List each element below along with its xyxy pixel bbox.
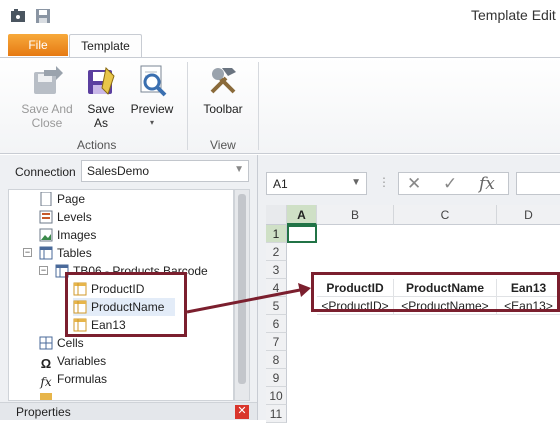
save-icon[interactable] <box>35 8 51 27</box>
highlight-box-table <box>311 272 560 312</box>
tree-item-label: Page <box>57 192 86 206</box>
row-header[interactable]: 10 <box>266 387 287 405</box>
ribbon-tabs: File Template <box>0 32 560 59</box>
tree-item-page[interactable]: Page <box>39 190 85 208</box>
tree-item-images[interactable]: Images <box>39 226 96 244</box>
ribbon: Save And Close Save As Preview ▾ Toolbar… <box>0 57 560 154</box>
column-header[interactable]: C <box>394 205 497 225</box>
tree-item-partial[interactable] <box>39 388 57 400</box>
connection-select[interactable]: SalesDemo ▼ <box>81 160 249 182</box>
select-all-corner[interactable] <box>266 205 287 225</box>
connection-label: Connection <box>15 165 76 179</box>
grip-icon: ⋮ <box>378 175 390 189</box>
table-icon <box>39 246 53 260</box>
name-box-value: A1 <box>273 177 288 191</box>
row-header[interactable]: 8 <box>266 351 287 369</box>
column-header[interactable]: D <box>497 205 560 225</box>
column-header[interactable]: B <box>317 205 394 225</box>
group-label-actions: Actions <box>77 138 117 152</box>
formula-input[interactable] <box>516 172 560 195</box>
spreadsheet-grid[interactable]: A B C D 1 2 3 4 5 6 7 8 9 10 11 ProductI… <box>266 205 560 423</box>
tree-item-tables[interactable]: Tables <box>39 244 92 262</box>
omega-icon: Ω <box>40 356 52 371</box>
tree-item-label: Cells <box>57 336 84 350</box>
images-icon <box>39 228 53 242</box>
toolbar-label: Toolbar <box>203 102 243 116</box>
confirm-icon[interactable]: ✓ <box>443 174 457 194</box>
formula-buttons: ✕ ✓ fx <box>398 172 509 195</box>
tab-template[interactable]: Template <box>69 34 142 59</box>
tree-scrollbar[interactable] <box>234 189 250 401</box>
insert-function-icon[interactable]: fx <box>479 174 495 194</box>
tree-item-levels[interactable]: Levels <box>39 208 92 226</box>
group-separator <box>187 62 188 150</box>
tree-item-variables[interactable]: Ω Variables <box>39 352 107 371</box>
tree-item-label: Formulas <box>57 372 108 386</box>
preview-icon <box>135 64 169 98</box>
tools-icon <box>206 64 240 98</box>
tree-item-label: Tables <box>57 246 92 260</box>
group-label-view: View <box>210 138 236 152</box>
collapse-icon[interactable]: − <box>39 266 48 275</box>
tab-file[interactable]: File <box>8 34 68 56</box>
name-box[interactable]: A1 ▼ <box>266 172 367 195</box>
cell-a1[interactable] <box>287 225 317 243</box>
window-title: Template Edit <box>471 7 556 23</box>
toolbar-button[interactable]: Toolbar <box>196 64 250 116</box>
column-header[interactable]: A <box>287 205 317 225</box>
tree-item-label: Images <box>57 228 97 242</box>
close-icon[interactable]: ✕ <box>235 405 249 419</box>
chevron-down-icon: ▾ <box>149 118 154 127</box>
connection-value: SalesDemo <box>87 164 150 178</box>
preview-button[interactable]: Preview ▾ <box>124 64 180 130</box>
save-as-button[interactable]: Save As <box>82 64 120 130</box>
save-as-icon <box>84 64 118 98</box>
row-header[interactable]: 9 <box>266 369 287 387</box>
row-header[interactable]: 11 <box>266 405 287 423</box>
group-separator <box>258 62 259 150</box>
row-header[interactable]: 4 <box>266 279 287 297</box>
save-and-close-label: Save And Close <box>21 102 73 130</box>
tree-item-label: Variables <box>57 354 107 368</box>
function-icon: fx <box>40 375 52 389</box>
row-header[interactable]: 7 <box>266 333 287 351</box>
highlight-box-columns <box>65 272 187 337</box>
title-bar: Template Edit <box>0 0 560 32</box>
row-header[interactable]: 3 <box>266 261 287 279</box>
save-close-icon <box>30 64 64 98</box>
row-header[interactable]: 2 <box>266 243 287 261</box>
folder-icon <box>39 390 53 400</box>
app-icon <box>10 8 26 27</box>
save-and-close-button[interactable]: Save And Close <box>18 64 76 130</box>
chevron-down-icon: ▼ <box>351 177 361 188</box>
row-header[interactable]: 6 <box>266 315 287 333</box>
properties-header: Properties ✕ <box>0 402 257 420</box>
tree-item-formulas[interactable]: fx Formulas <box>39 370 108 389</box>
levels-icon <box>39 210 53 224</box>
page-icon <box>39 191 53 207</box>
row-header[interactable]: 5 <box>266 297 287 315</box>
properties-title: Properties <box>16 405 71 419</box>
cells-icon <box>39 336 53 350</box>
save-as-label: Save As <box>87 102 115 130</box>
collapse-icon[interactable]: − <box>23 248 32 257</box>
row-header[interactable]: 1 <box>266 225 287 243</box>
cancel-icon[interactable]: ✕ <box>407 174 421 194</box>
chevron-down-icon: ▼ <box>234 164 244 175</box>
scrollbar-thumb[interactable] <box>238 194 246 384</box>
tree-item-label: Levels <box>57 210 92 224</box>
preview-label: Preview <box>130 102 174 116</box>
